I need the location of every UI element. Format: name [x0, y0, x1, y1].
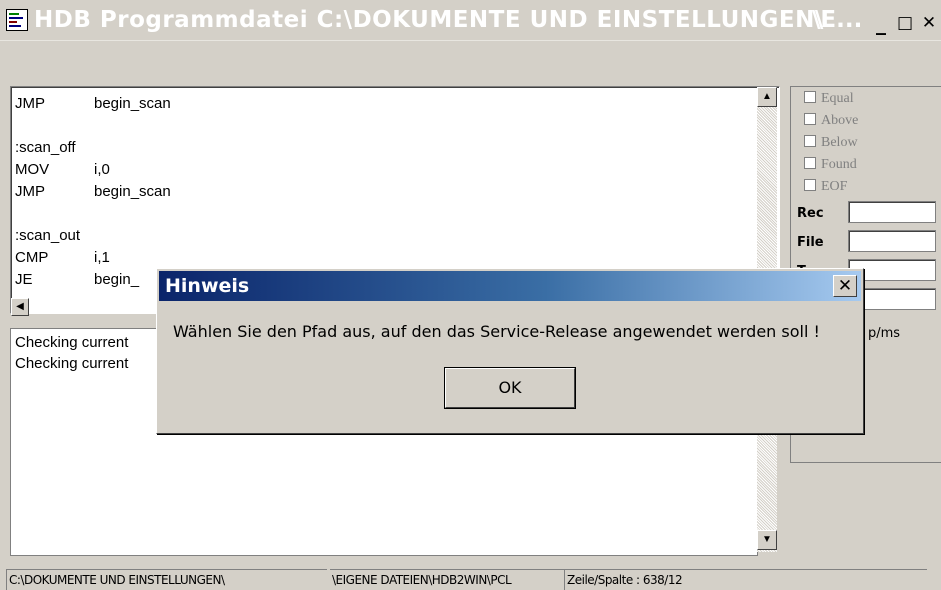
flag-found: Found — [804, 157, 857, 173]
flag-equal: Equal — [804, 91, 854, 107]
scroll-left-button[interactable]: ◀ — [11, 298, 29, 316]
checkbox-icon — [804, 91, 816, 103]
scroll-down-button[interactable]: ▼ — [757, 530, 777, 550]
log-line: Checking current — [15, 355, 129, 372]
checkbox-icon — [804, 135, 816, 147]
file-field[interactable] — [848, 230, 936, 252]
window-title-tail: \E... — [812, 7, 863, 33]
hinweis-dialog: Hinweis ✕ Wählen Sie den Pfad aus, auf d… — [156, 268, 864, 434]
window-title: HDB Programmdatei C:\DOKUMENTE UND EINST… — [34, 7, 824, 33]
dialog-titlebar[interactable]: Hinweis ✕ — [159, 271, 861, 301]
dialog-title: Hinweis — [165, 275, 250, 297]
dialog-close-button[interactable]: ✕ — [833, 275, 857, 297]
status-path-part2: \EIGENE DATEIEN\HDB2WIN\PCL — [330, 569, 564, 590]
status-cursor-position: Zeile/Spalte : 638/12 — [564, 569, 927, 590]
toolbar-area — [0, 41, 941, 85]
rec-label: Rec — [797, 206, 824, 221]
checkbox-icon — [804, 157, 816, 169]
speed-unit-label: p/ms — [868, 326, 901, 341]
checkbox-icon — [804, 113, 816, 125]
dialog-message: Wählen Sie den Pfad aus, auf den das Ser… — [173, 322, 820, 341]
rec-field[interactable] — [848, 201, 936, 223]
ok-button[interactable]: OK — [445, 368, 575, 408]
program-file-icon — [6, 9, 28, 31]
minimize-button[interactable]: _ — [870, 13, 892, 34]
close-button[interactable]: ✕ — [918, 14, 940, 34]
scroll-up-button[interactable]: ▲ — [757, 87, 777, 107]
checkbox-icon — [804, 179, 816, 191]
file-label: File — [797, 235, 824, 250]
flag-below: Below — [804, 135, 858, 151]
status-path-part1: C:\DOKUMENTE UND EINSTELLUNGEN\ — [6, 569, 327, 590]
log-line: Checking current — [15, 334, 129, 351]
flag-eof: EOF — [804, 179, 847, 195]
window-titlebar[interactable]: HDB Programmdatei C:\DOKUMENTE UND EINST… — [0, 0, 941, 41]
maximize-button[interactable]: □ — [894, 14, 916, 34]
status-bar: C:\DOKUMENTE UND EINSTELLUNGEN\ \EIGENE … — [0, 566, 941, 590]
flag-above: Above — [804, 113, 858, 129]
